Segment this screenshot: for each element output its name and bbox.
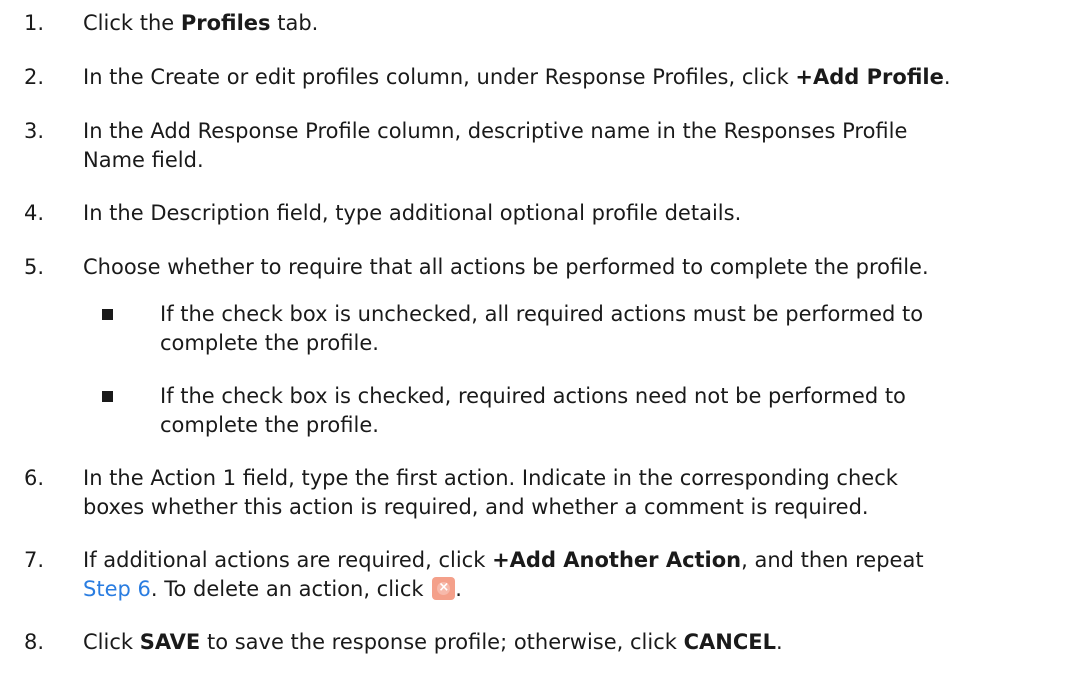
step-text: If additional actions are required, clic… xyxy=(83,546,1063,604)
step-6-link[interactable]: Step 6 xyxy=(83,577,151,601)
step-text: Click the Profiles tab. xyxy=(83,11,319,35)
square-bullet-icon xyxy=(102,391,113,402)
delete-x-icon xyxy=(432,577,456,600)
add-another-action-ref: +Add Another Action xyxy=(492,548,742,572)
step-text: In the Create or edit profiles column, u… xyxy=(83,65,951,89)
step-number: 5. xyxy=(24,255,45,279)
square-bullet-icon xyxy=(102,309,113,320)
step-number: 2. xyxy=(24,65,45,89)
cancel-ref: CANCEL xyxy=(683,630,776,654)
step-number: 1. xyxy=(24,11,45,35)
add-profile-ref: +Add Profile xyxy=(795,65,944,89)
save-ref: SAVE xyxy=(139,630,201,654)
step-number: 4. xyxy=(24,201,45,225)
step-number: 6. xyxy=(24,466,45,490)
step-text: Choose whether to require that all actio… xyxy=(83,255,929,279)
step-text: Click SAVE to save the response profile;… xyxy=(83,630,783,654)
bullet-text: If the check box is unchecked, all requi… xyxy=(160,302,924,355)
step-text: In the Action 1 field, type the first ac… xyxy=(83,466,898,519)
bullet-text: If the check box is checked, required ac… xyxy=(160,384,906,437)
step-number: 8. xyxy=(24,630,45,654)
step-text: In the Description field, type additiona… xyxy=(83,201,742,225)
profiles-tab-ref: Profiles xyxy=(180,11,271,35)
step-number: 3. xyxy=(24,119,45,143)
step-text: In the Add Response Profile column, desc… xyxy=(83,119,908,172)
step-number: 7. xyxy=(24,548,45,572)
